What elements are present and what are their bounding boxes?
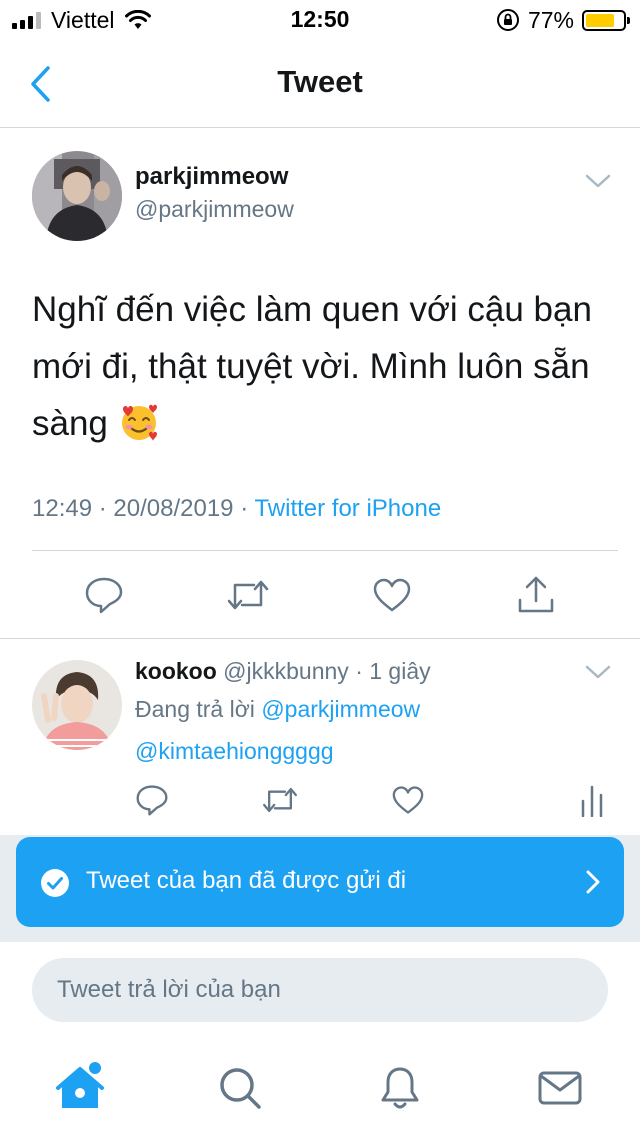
battery-percent: 77% bbox=[527, 6, 574, 33]
main-tweet: parkjimmeow @parkjimmeow Nghĩ đến việc l… bbox=[0, 129, 640, 639]
chevron-down-icon[interactable] bbox=[584, 169, 612, 193]
search-icon bbox=[220, 1068, 261, 1109]
avatar[interactable] bbox=[32, 660, 122, 750]
chevron-right-icon bbox=[586, 870, 600, 894]
home-icon bbox=[56, 1062, 104, 1108]
heart-icon bbox=[373, 578, 411, 612]
meta-separator: · bbox=[98, 495, 107, 522]
tab-home[interactable] bbox=[52, 1062, 108, 1114]
rotation-lock-icon bbox=[496, 9, 519, 31]
retweet-button[interactable] bbox=[260, 780, 300, 820]
tweet-body: Nghĩ đến việc làm quen với cậu bạn mới đ… bbox=[32, 290, 592, 443]
check-circle-icon bbox=[41, 869, 69, 897]
tab-messages[interactable] bbox=[532, 1062, 588, 1114]
nav-bar: Tweet bbox=[0, 40, 640, 128]
like-button[interactable] bbox=[370, 573, 414, 617]
tweet-meta: 12:49 · 20/08/2019 · Twitter for iPhone bbox=[32, 495, 441, 523]
reply-author-handle: @jkkkbunny bbox=[223, 658, 349, 684]
reply-author-name[interactable]: kookoo bbox=[135, 658, 217, 684]
tweet-source-link[interactable]: Twitter for iPhone bbox=[254, 495, 441, 522]
tweet-actions bbox=[0, 551, 640, 639]
like-button[interactable] bbox=[388, 780, 428, 820]
status-right: 77% bbox=[496, 6, 630, 34]
toast-message: Tweet của bạn đã được gửi đi bbox=[86, 867, 407, 894]
smiling-face-with-hearts-icon bbox=[121, 404, 157, 441]
tweet-date: 20/08/2019 bbox=[113, 495, 234, 522]
reply-compose-input[interactable] bbox=[32, 958, 608, 1022]
reply-button[interactable] bbox=[132, 780, 172, 820]
tab-bar bbox=[0, 1042, 640, 1136]
reply-icon bbox=[136, 785, 168, 816]
tweet-time: 12:49 bbox=[32, 495, 93, 522]
replying-to-mention[interactable]: @parkjimmeow bbox=[261, 696, 420, 722]
replying-to: Đang trả lời @parkjimmeow bbox=[135, 696, 420, 723]
reply-time: · 1 giây bbox=[355, 658, 431, 684]
battery-icon bbox=[582, 9, 630, 31]
avatar[interactable] bbox=[32, 151, 122, 241]
author-name[interactable]: parkjimmeow bbox=[135, 163, 288, 191]
heart-icon bbox=[392, 786, 424, 814]
reply-header: kookoo @jkkkbunny · 1 giây bbox=[135, 658, 431, 685]
reply-actions bbox=[0, 780, 640, 824]
share-button[interactable] bbox=[514, 573, 558, 617]
tweet-sent-toast[interactable]: Tweet của bạn đã được gửi đi bbox=[16, 837, 624, 927]
retweet-icon bbox=[263, 788, 298, 812]
meta-separator: · bbox=[240, 495, 249, 522]
envelope-icon bbox=[538, 1071, 582, 1105]
tab-notifications[interactable] bbox=[372, 1062, 428, 1114]
reply-button[interactable] bbox=[82, 573, 126, 617]
status-bar: Viettel 12:50 77% bbox=[0, 0, 640, 40]
tab-search[interactable] bbox=[212, 1062, 268, 1114]
page-title: Tweet bbox=[277, 64, 363, 99]
reply-icon bbox=[85, 577, 123, 614]
author-handle: @parkjimmeow bbox=[135, 196, 294, 222]
chevron-down-icon[interactable] bbox=[584, 660, 612, 684]
reply-text[interactable]: @kimtaehionggggg bbox=[135, 738, 334, 765]
replying-label: Đang trả lời bbox=[135, 696, 255, 722]
reply-tweet[interactable]: kookoo @jkkkbunny · 1 giây Đang trả lời … bbox=[0, 640, 640, 835]
tweet-text: Nghĩ đến việc làm quen với cậu bạn mới đ… bbox=[32, 281, 622, 452]
retweet-button[interactable] bbox=[226, 573, 270, 617]
retweet-icon bbox=[227, 580, 269, 610]
analytics-button[interactable] bbox=[572, 780, 612, 820]
share-icon bbox=[518, 576, 554, 613]
bell-icon bbox=[381, 1067, 419, 1109]
analytics-icon bbox=[581, 785, 603, 817]
